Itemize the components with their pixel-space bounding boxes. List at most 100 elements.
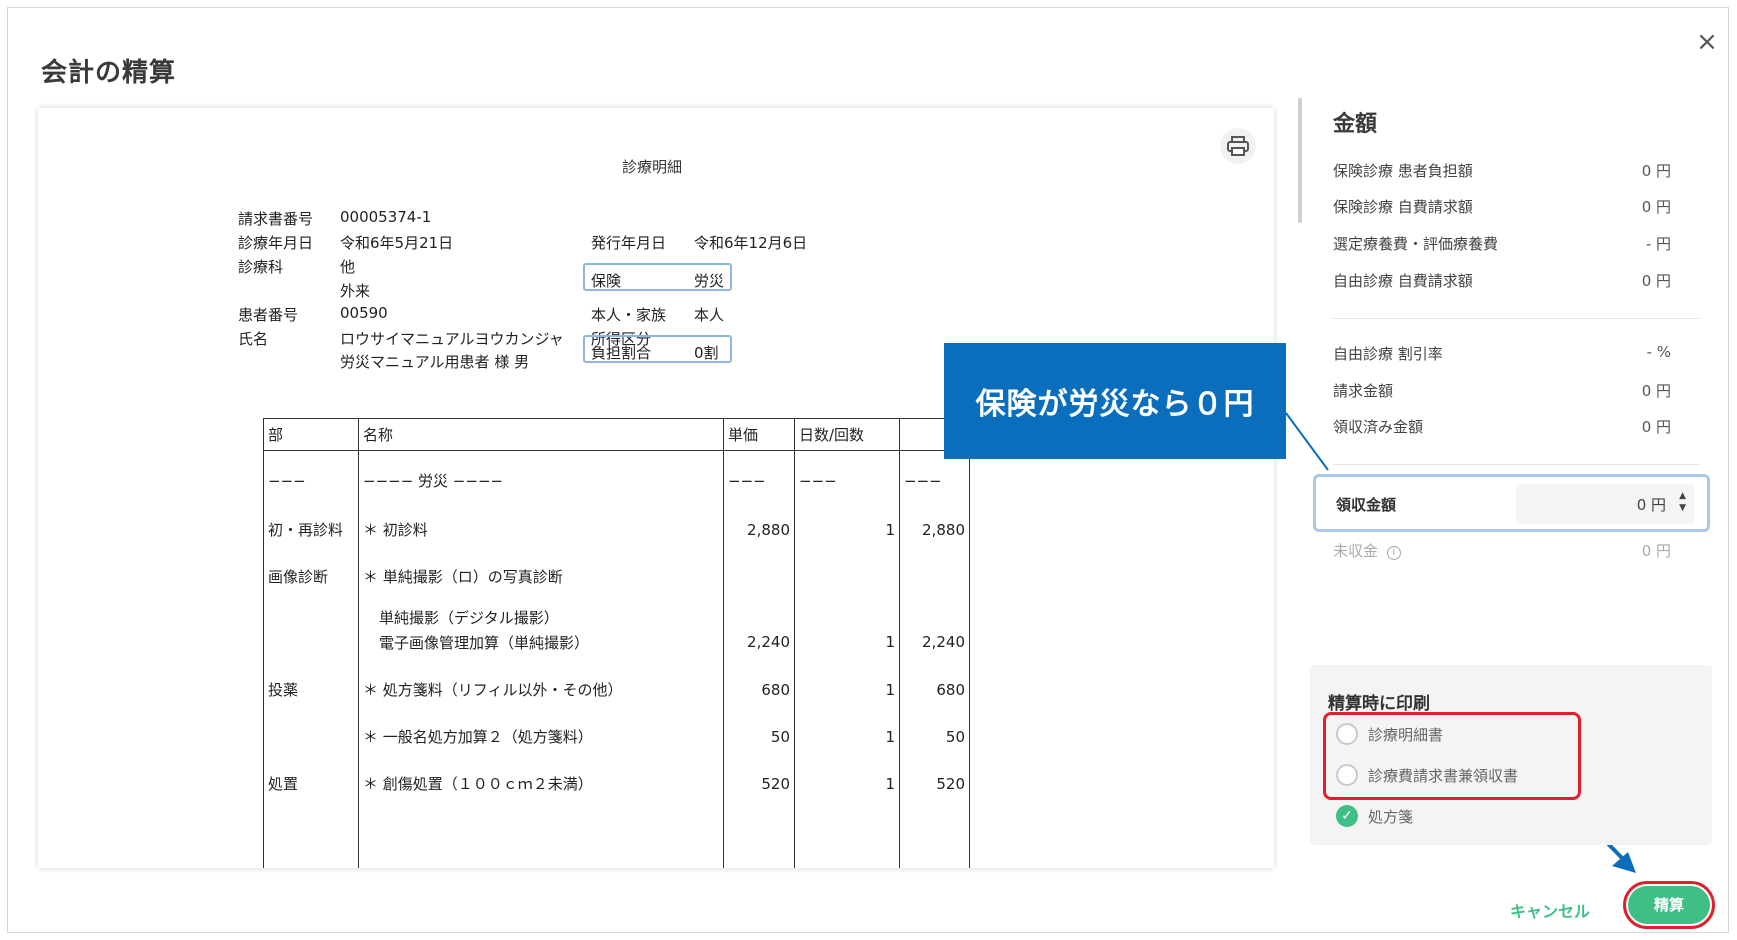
document-preview: 診療明細 請求書番号 00005374-1 診療年月日 令和6年5月21日 発行… [38, 108, 1274, 868]
row-count: −−− [794, 450, 900, 511]
header-price: 単価 [723, 418, 795, 451]
table-row [263, 818, 970, 868]
row-section [263, 604, 359, 630]
row-section [263, 629, 359, 655]
row-price: −−− [723, 450, 795, 511]
amount-row: 領収済み金額 0 円 [1333, 416, 1671, 437]
row-section [263, 818, 359, 868]
row-total [899, 818, 970, 868]
name-kana: ロウサイマニュアルヨウカンジャ [340, 330, 564, 348]
row-total: 50 [899, 724, 970, 749]
callout-note: 保険が労災なら０円 [944, 343, 1286, 459]
row-total [899, 548, 970, 605]
document-title: 診療明細 [622, 158, 683, 176]
amount-row: 自由診療 割引率 - % [1333, 343, 1671, 364]
table-row: 画像診断 ＊ 単純撮影（ロ）の写真診断 [263, 548, 970, 605]
number-stepper-icon[interactable]: ▲ ▼ [1679, 490, 1686, 514]
row-section: 画像診断 [263, 548, 359, 605]
receipt-label: 領収金額 [1336, 496, 1397, 514]
row-name: ＊ 処方箋料（リフィル以外・その他） [358, 654, 724, 725]
table-row: −−− −−−− 労災 −−−− −−− −−− −−− [263, 450, 970, 511]
amount-label: 選定療養費・評価療養費 [1333, 235, 1499, 253]
name-label: 氏名 [238, 330, 269, 348]
row-section [263, 724, 359, 749]
amount-label: 請求金額 [1333, 382, 1394, 400]
row-price: 2,880 [723, 510, 795, 549]
amount-value: 0 円 [1641, 382, 1671, 400]
row-name [358, 818, 724, 868]
patient-no-value: 00590 [340, 304, 388, 322]
date-label: 診療年月日 [238, 234, 314, 252]
row-price: 520 [723, 748, 795, 819]
amount-value: 0 円 [1641, 162, 1671, 180]
row-count: 1 [794, 724, 900, 749]
row-name: 単純撮影（デジタル撮影） [358, 604, 724, 630]
close-icon[interactable]: × [1693, 28, 1721, 56]
row-total: 2,880 [899, 510, 970, 549]
divider [1333, 318, 1699, 319]
highlight-print-options [1323, 712, 1581, 800]
row-name: ＊ 一般名処方加算２（処方箋料） [358, 724, 724, 749]
patient-no-label: 患者番号 [238, 306, 299, 324]
row-count: 1 [794, 629, 900, 655]
row-price [723, 604, 795, 630]
burden-label: 負担割合 [591, 344, 652, 362]
amount-value: 0 円 [1641, 418, 1671, 436]
row-price [723, 818, 795, 868]
dialog-title: 会計の精算 [41, 58, 177, 88]
receipt-input[interactable]: 0 円 ▲ ▼ [1516, 484, 1694, 524]
row-name: ＊ 初診料 [358, 510, 724, 549]
insurance-value: 労災 [694, 272, 725, 290]
amount-row: 保険診療 患者負担額 0 円 [1333, 160, 1671, 181]
panel-scrollbar[interactable] [1298, 98, 1302, 223]
row-price: 50 [723, 724, 795, 749]
unpaid-label: 未収金 [1333, 542, 1379, 560]
insurance-label: 保険 [591, 272, 622, 290]
check-circle-icon[interactable]: ✓ [1336, 805, 1358, 827]
divider [1333, 464, 1699, 465]
row-price: 680 [723, 654, 795, 725]
row-name: 電子画像管理加算（単純撮影） [358, 629, 724, 655]
cancel-button[interactable]: キャンセル [1510, 898, 1590, 922]
amount-label: 保険診療 患者負担額 [1333, 162, 1473, 180]
highlight-settle-button [1623, 881, 1715, 929]
row-total: 520 [899, 748, 970, 819]
amount-value: - 円 [1645, 235, 1671, 253]
table-row: 処置 ＊ 創傷処置（１００ｃｍ２未満） 520 1 520 [263, 748, 970, 819]
date-value: 令和6年5月21日 [340, 234, 454, 252]
family-label: 本人・家族 [591, 306, 667, 324]
invoice-label: 請求書番号 [238, 210, 314, 228]
row-name: ＊ 単純撮影（ロ）の写真診断 [358, 548, 724, 605]
row-price: 2,240 [723, 629, 795, 655]
dept-label: 診療科 [238, 258, 284, 276]
print-option-prescription[interactable]: ✓ 処方箋 [1336, 805, 1413, 827]
table-row: 初・再診料 ＊ 初診料 2,880 1 2,880 [263, 510, 970, 549]
row-section: 投薬 [263, 654, 359, 725]
table-row: ＊ 一般名処方加算２（処方箋料） 50 1 50 [263, 724, 970, 749]
row-count [794, 548, 900, 605]
header-name: 名称 [358, 418, 724, 451]
invoice-value: 00005374-1 [340, 208, 432, 226]
table-header-row: 部 名称 単価 日数/回数 [263, 418, 970, 451]
receipt-amount-field: 領収金額 0 円 ▲ ▼ [1313, 474, 1710, 532]
amount-value: - % [1646, 343, 1671, 361]
table-row: 投薬 ＊ 処方箋料（リフィル以外・その他） 680 1 680 [263, 654, 970, 725]
amount-value: 0 円 [1641, 198, 1671, 216]
row-section: 初・再診料 [263, 510, 359, 549]
amount-label: 自由診療 自費請求額 [1333, 272, 1473, 290]
row-count: 1 [794, 748, 900, 819]
row-price [723, 548, 795, 605]
amount-label: 自由診療 割引率 [1333, 345, 1443, 363]
detail-table: 部 名称 単価 日数/回数 −−− −−−− 労災 −−−− −−− −−− −… [263, 418, 970, 868]
receipt-value: 0 円 [1636, 495, 1666, 514]
unpaid-row: 未収金 i 0 円 [1333, 540, 1671, 561]
amount-value: 0 円 [1641, 272, 1671, 290]
row-total: 680 [899, 654, 970, 725]
info-icon[interactable]: i [1386, 546, 1401, 560]
print-button[interactable] [1220, 128, 1256, 164]
burden-value: 0割 [694, 344, 719, 362]
row-total: 2,240 [899, 629, 970, 655]
dept-value: 他 [340, 258, 356, 276]
unpaid-value: 0 円 [1641, 542, 1671, 560]
printer-icon [1227, 136, 1249, 156]
